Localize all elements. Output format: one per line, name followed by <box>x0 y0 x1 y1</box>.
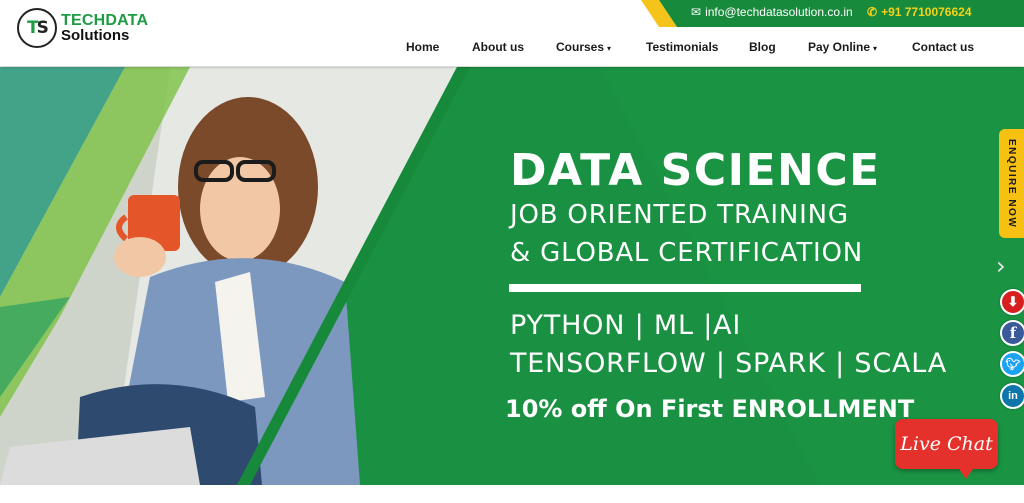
logo-mark-icon: TS <box>17 8 57 48</box>
slider-next-arrow[interactable]: › <box>996 252 1006 280</box>
nav-testimonials[interactable]: Testimonials <box>646 40 718 54</box>
hero-banner[interactable]: DATA SCIENCE JOB ORIENTED TRAINING & GLO… <box>0 67 1024 485</box>
nav-about-us[interactable]: About us <box>472 40 524 54</box>
hero-subtitle-line2: & GLOBAL CERTIFICATION <box>510 238 863 268</box>
enquire-now-label: ENQUIRE NOW <box>1006 138 1017 229</box>
phone-text: +91 7710076624 <box>881 5 972 19</box>
page-footer-strip <box>0 485 1024 503</box>
email-link[interactable]: ✉ info@techdatasolution.co.in <box>691 5 853 19</box>
phone-icon: ✆ <box>867 5 878 19</box>
hero-headline: DATA SCIENCE <box>510 145 881 196</box>
linkedin-icon[interactable]: in <box>1000 383 1024 409</box>
site-logo[interactable]: TS TECHDATA Solutions <box>17 8 148 48</box>
hero-offer: 10% off On First ENROLLMENT <box>505 395 915 423</box>
live-chat-bubble-tail <box>957 466 975 479</box>
chevron-down-icon: ▾ <box>607 44 612 53</box>
twitter-icon[interactable]: 🐦︎ <box>1000 351 1024 377</box>
enquire-now-tab[interactable]: ENQUIRE NOW <box>999 129 1024 238</box>
brand-name-line1: TECHDATA <box>61 12 149 29</box>
hero-subtitle-line1: JOB ORIENTED TRAINING <box>510 200 849 230</box>
email-text: info@techdatasolution.co.in <box>705 5 853 19</box>
hero-tech-line2: TENSORFLOW | SPARK | SCALA <box>510 348 948 379</box>
nav-blog[interactable]: Blog <box>749 40 776 54</box>
envelope-icon: ✉ <box>691 5 702 19</box>
live-chat-label: Live Chat <box>900 433 993 455</box>
chevron-down-icon: ▾ <box>873 44 878 53</box>
nav-pay-online[interactable]: Pay Online ▾ <box>808 40 877 54</box>
nav-courses[interactable]: Courses ▾ <box>556 40 611 54</box>
nav-home[interactable]: Home <box>406 40 439 54</box>
download-icon[interactable]: ⬇ <box>1000 289 1024 315</box>
nav-contact-us[interactable]: Contact us <box>912 40 974 54</box>
site-header: TS TECHDATA Solutions ✉ info@techdatasol… <box>0 0 1024 66</box>
phone-link[interactable]: ✆ +91 7710076624 <box>867 5 972 19</box>
facebook-icon[interactable]: f <box>1000 320 1024 346</box>
hero-tech-line1: PYTHON | ML |AI <box>510 310 742 341</box>
hero-divider <box>509 284 861 292</box>
live-chat-button[interactable]: Live Chat <box>895 419 998 469</box>
brand-name-line2: Solutions <box>61 27 130 44</box>
